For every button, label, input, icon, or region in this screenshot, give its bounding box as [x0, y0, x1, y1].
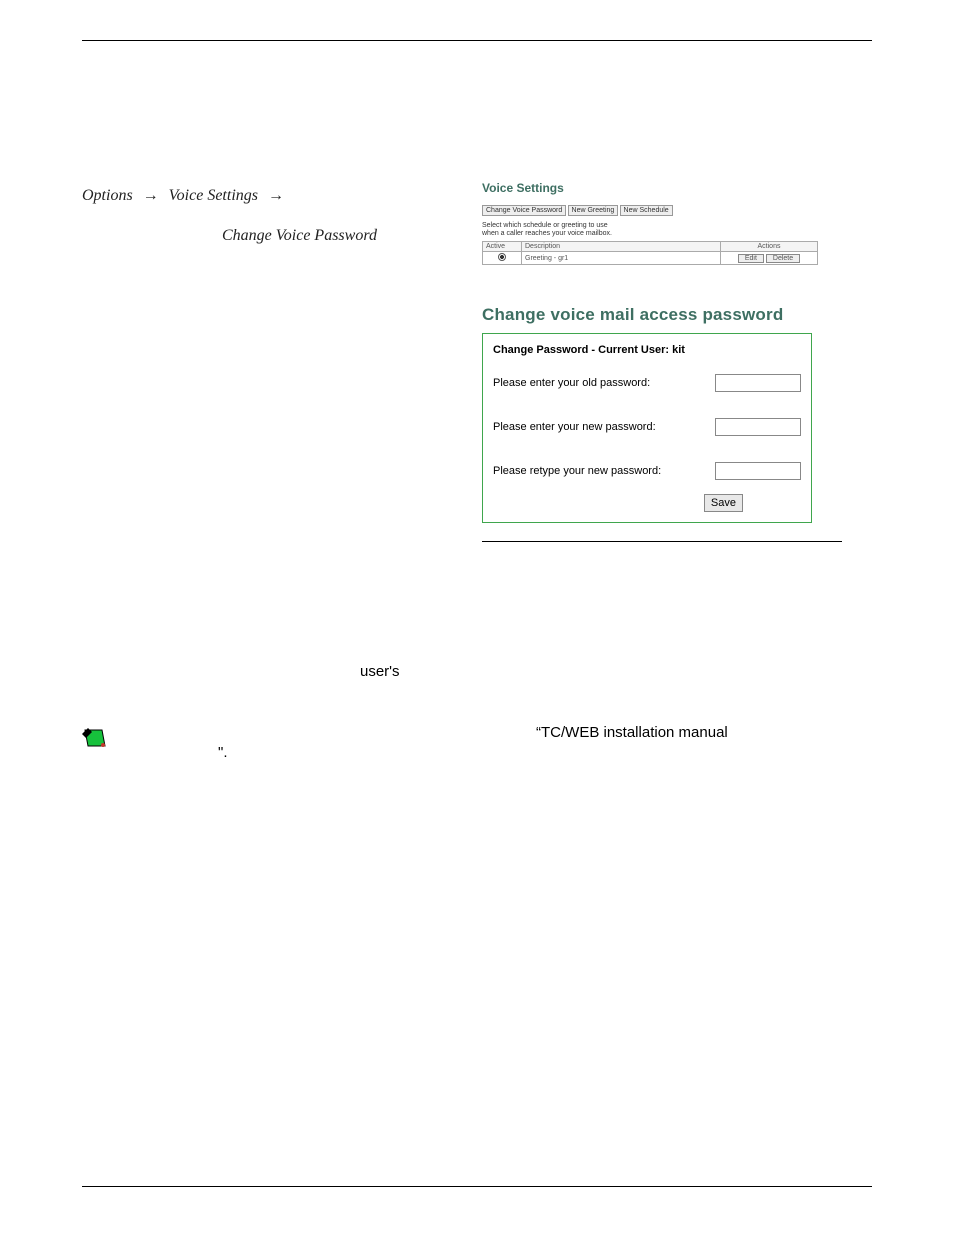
main-content: Options → Voice Settings → Change Voice …: [82, 181, 872, 542]
delete-button[interactable]: Delete: [766, 254, 800, 263]
nav-voice-settings: Voice Settings: [169, 187, 258, 204]
greetings-table: Active Description Actions Greeting - gr…: [482, 241, 818, 265]
nav-options: Options: [82, 187, 133, 204]
body-fragment: user's: [360, 662, 400, 682]
voice-settings-screenshot: Voice Settings Change Voice Password New…: [482, 181, 818, 265]
new-greeting-button[interactable]: New Greeting: [568, 205, 619, 216]
change-password-screenshot: Change voice mail access password Change…: [482, 305, 812, 523]
edit-button[interactable]: Edit: [738, 254, 764, 263]
change-password-heading: Change voice mail access password: [482, 305, 812, 325]
old-password-input[interactable]: [715, 374, 801, 392]
new-schedule-button[interactable]: New Schedule: [620, 205, 673, 216]
new-password-label: Please enter your new password:: [493, 421, 656, 433]
row-description: Greeting - gr1: [522, 252, 721, 265]
retype-password-input[interactable]: [715, 462, 801, 480]
table-row: Greeting - gr1 Edit Delete: [483, 252, 818, 265]
note-trail: ".: [218, 744, 228, 761]
note-manual: TC/WEB installation manual: [541, 724, 728, 741]
screenshots-column: Voice Settings Change Voice Password New…: [482, 181, 872, 542]
change-password-user: Change Password - Current User: kit: [493, 344, 801, 356]
change-voice-password-button[interactable]: Change Voice Password: [482, 205, 566, 216]
new-password-row: Please enter your new password:: [493, 418, 801, 436]
old-password-row: Please enter your old password:: [493, 374, 801, 392]
hint-line-2: when a caller reaches your voice mailbox…: [482, 230, 612, 237]
retype-password-row: Please retype your new password:: [493, 462, 801, 480]
retype-password-label: Please retype your new password:: [493, 465, 661, 477]
new-password-input[interactable]: [715, 418, 801, 436]
note-icon: [82, 727, 108, 749]
note-text: “TC/WEB installation manual ".: [122, 723, 728, 764]
arrow-icon: →: [268, 187, 284, 205]
change-password-box: Change Password - Current User: kit Plea…: [482, 333, 812, 523]
section-rule: [482, 541, 842, 542]
voice-settings-buttons: Change Voice Password New Greeting New S…: [482, 205, 818, 216]
nav-instructions: Options → Voice Settings → Change Voice …: [82, 181, 482, 245]
header-rule: [82, 40, 872, 41]
voice-settings-hint: Select which schedule or greeting to use…: [482, 222, 818, 237]
save-button[interactable]: Save: [704, 494, 743, 512]
save-row: Save: [493, 494, 801, 512]
nav-line-1: Options → Voice Settings →: [82, 187, 482, 205]
active-radio[interactable]: [498, 253, 506, 261]
nav-change-voice-password: Change Voice Password: [222, 227, 377, 244]
voice-settings-title: Voice Settings: [482, 181, 818, 195]
col-description: Description: [522, 242, 721, 252]
old-password-label: Please enter your old password:: [493, 377, 650, 389]
body-paragraph: user's: [82, 662, 872, 682]
arrow-icon: →: [143, 187, 159, 205]
footer-rule: [82, 1186, 872, 1187]
hint-line-1: Select which schedule or greeting to use: [482, 222, 608, 229]
note-block: “TC/WEB installation manual ".: [82, 723, 872, 764]
col-active: Active: [483, 242, 522, 252]
nav-line-2: Change Voice Password: [82, 227, 482, 245]
col-actions: Actions: [721, 242, 818, 252]
